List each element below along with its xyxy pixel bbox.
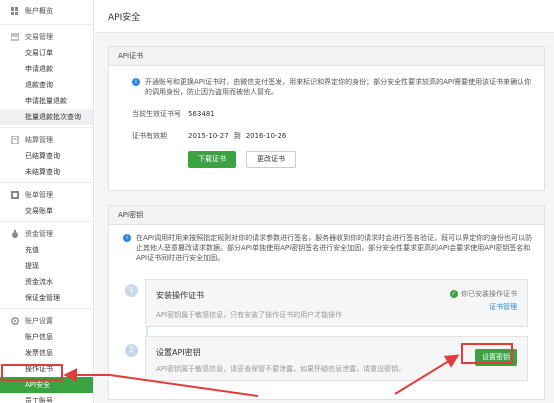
check-icon: ✓ [450, 290, 458, 298]
cert-manage-link[interactable]: 证书管理 [489, 302, 517, 312]
change-cert-button[interactable]: 更改证书 [246, 151, 296, 168]
sidebar-section-fund: 资金管理 [0, 225, 93, 242]
cert-valid-from: 2015-10-27 [188, 132, 229, 140]
cert-valid-to: 2016-10-26 [245, 132, 287, 140]
sidebar-item-unsettled[interactable]: 未结算查询 [0, 164, 93, 180]
sidebar-item-deposit[interactable]: 保证金管理 [0, 290, 93, 306]
step-1-title: 安装操作证书 [156, 291, 204, 300]
sidebar-item-batch-refund-query[interactable]: 批量退款批次查询 [0, 109, 93, 125]
step-2-desc: API密钥属于敏感信息，请妥善保管不要泄露，如果怀疑信息泄露，请重设密钥。 [156, 365, 406, 373]
api-key-panel: API密钥 i 在API调用时用来按照指定规则对你的请求参数进行签名，服务器收到… [108, 205, 545, 400]
sidebar-item-account-info[interactable]: 账户信息 [0, 329, 93, 345]
cert-number-label: 当前生效证书号 [132, 110, 181, 118]
sidebar-item-staff-account[interactable]: 员工账号 [0, 393, 93, 403]
sidebar-item-label: 账户概览 [25, 7, 53, 15]
sidebar-item-recharge[interactable]: 充值 [0, 242, 93, 258]
cert-number-value: 563481 [188, 110, 215, 118]
sidebar-section-trade: 交易管理 [0, 28, 93, 45]
bill-icon [11, 190, 19, 199]
api-key-note: i 在API调用时用来按照指定规则对你的请求参数进行签名，服务器收到你的请求时会… [109, 225, 544, 263]
settle-icon [11, 135, 19, 144]
cert-valid-sep: 到 [233, 132, 241, 140]
sidebar-section-bill: 账单管理 [0, 186, 93, 203]
step-1-install-cert: 安装操作证书 API密钥属于敏感信息，只有安装了操作证书的用户才能操作 ✓ 你已… [145, 279, 528, 327]
sidebar-item-account-overview[interactable]: 账户概览 [0, 0, 93, 22]
annotation-sidebar-highlight [1, 364, 63, 381]
sidebar-item-trade-orders[interactable]: 交易订单 [0, 45, 93, 61]
cert-validity-row: 证书有效期 2015-10-27 到 2016-10-26 [109, 131, 544, 141]
step-2-number: 2 [125, 344, 138, 357]
info-icon: i [132, 78, 140, 86]
grid-icon [11, 7, 19, 15]
sidebar-section-account-settings: 账户设置 [0, 312, 93, 329]
settings-icon [11, 316, 19, 325]
step-1-status: ✓ 你已安装操作证书 [450, 290, 517, 298]
cert-number-row: 当前生效证书号 563481 [109, 109, 544, 119]
step-1-number: 1 [125, 284, 138, 297]
sidebar-item-trade-bill[interactable]: 交易账单 [0, 203, 93, 219]
api-cert-panel: API证书 i 开通账号和更换API证书时，由微信支付签发，用来标识和界定你的身… [108, 46, 545, 191]
cert-actions: 下载证书 更改证书 [109, 151, 544, 168]
download-cert-button[interactable]: 下载证书 [188, 151, 236, 168]
api-cert-note: i 开通账号和更换API证书时，由微信支付签发，用来标识和界定你的身份；部分安全… [109, 66, 544, 97]
sidebar-section-settle: 结算管理 [0, 131, 93, 148]
annotation-button-highlight [461, 343, 513, 364]
page-title: API安全 [95, 0, 554, 33]
fund-icon [11, 229, 19, 238]
trade-icon [10, 33, 20, 41]
sidebar-item-refund-query[interactable]: 退款查询 [0, 77, 93, 93]
sidebar-item-batch-refund[interactable]: 申请批量退款 [0, 93, 93, 109]
sidebar-item-fund-flow[interactable]: 资金流水 [0, 274, 93, 290]
api-key-panel-title: API密钥 [109, 206, 544, 225]
sidebar-item-withdraw[interactable]: 提现 [0, 258, 93, 274]
sidebar-item-apply-refund[interactable]: 申请退款 [0, 61, 93, 77]
info-icon: i [123, 234, 131, 242]
step-2-title: 设置API密钥 [156, 348, 201, 357]
api-cert-panel-title: API证书 [109, 47, 544, 66]
sidebar-item-settled[interactable]: 已结算查询 [0, 148, 93, 164]
step-1-desc: API密钥属于敏感信息，只有安装了操作证书的用户才能操作 [156, 311, 343, 319]
sidebar-item-invoice-info[interactable]: 发票信息 [0, 345, 93, 361]
sidebar: 账户概览 交易管理 交易订单 申请退款 退款查询 申请批量退款 批量退款批次查询… [0, 0, 94, 403]
cert-validity-label: 证书有效期 [132, 132, 167, 140]
